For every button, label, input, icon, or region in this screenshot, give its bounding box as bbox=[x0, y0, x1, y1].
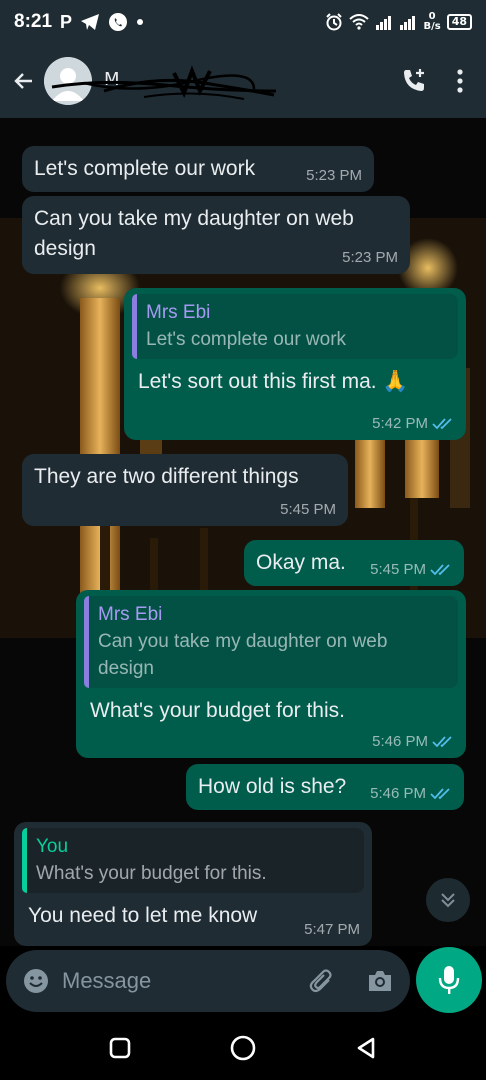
wifi-icon bbox=[349, 14, 370, 30]
message-bubble-incoming[interactable]: Let's complete our work 5:23 PM bbox=[22, 146, 374, 192]
whatsapp-notification-icon bbox=[109, 13, 128, 31]
net-speed: 0 B/s bbox=[423, 11, 441, 32]
message-text: How old is she? bbox=[198, 775, 347, 798]
read-ticks-icon bbox=[430, 563, 450, 575]
telegram-icon bbox=[81, 14, 100, 30]
back-button[interactable] bbox=[4, 61, 44, 101]
message-bubble-incoming[interactable]: They are two different things 5:45 PM bbox=[22, 454, 348, 526]
message-text: What's your budget for this. bbox=[90, 699, 345, 722]
chat-area[interactable]: Let's complete our work 5:23 PM Can you … bbox=[0, 118, 486, 946]
scroll-to-bottom-button[interactable] bbox=[426, 878, 470, 922]
message-time: 5:46 PM bbox=[372, 733, 454, 750]
message-text: They are two different things bbox=[34, 465, 299, 488]
back-arrow-icon bbox=[14, 73, 32, 89]
quoted-message[interactable]: Mrs Ebi Let's complete our work bbox=[132, 294, 458, 359]
message-bubble-incoming[interactable]: You What's your budget for this. You nee… bbox=[14, 822, 372, 946]
more-vert-icon[interactable] bbox=[456, 68, 464, 94]
quote-text: What's your budget for this. bbox=[36, 863, 267, 884]
message-text: Okay ma. bbox=[256, 551, 346, 574]
status-time: 8:21 bbox=[14, 11, 53, 32]
read-ticks-icon bbox=[432, 735, 452, 747]
read-ticks-icon bbox=[432, 417, 452, 429]
battery-indicator: 48 bbox=[446, 14, 472, 30]
read-ticks-icon bbox=[430, 787, 450, 799]
message-time: 5:23 PM bbox=[306, 167, 362, 184]
message-text: Can you take my daughter on web design bbox=[34, 207, 354, 260]
redaction-scribble bbox=[51, 65, 277, 100]
message-bubble-outgoing[interactable]: Mrs Ebi Let's complete our work Let's so… bbox=[124, 288, 466, 440]
message-time: 5:46 PM bbox=[370, 785, 452, 802]
parking-notification-icon: P bbox=[60, 11, 73, 32]
system-nav-bar bbox=[0, 1016, 486, 1080]
compose-box[interactable] bbox=[6, 950, 410, 1012]
quote-author: You bbox=[36, 836, 69, 857]
message-time: 5:45 PM bbox=[370, 561, 452, 578]
signal-1-icon bbox=[376, 16, 392, 30]
home-icon[interactable] bbox=[229, 1034, 257, 1062]
message-bubble-outgoing[interactable]: Mrs Ebi Can you take my daughter on web … bbox=[76, 590, 466, 758]
input-bar bbox=[0, 946, 486, 1016]
quote-author: Mrs Ebi bbox=[98, 604, 163, 625]
dot-icon bbox=[137, 19, 144, 25]
message-time: 5:45 PM bbox=[280, 501, 336, 518]
mic-button[interactable] bbox=[416, 947, 482, 1013]
message-text: Let's complete our work bbox=[34, 157, 256, 180]
quote-text: Let's complete our work bbox=[146, 329, 347, 350]
message-time: 5:23 PM bbox=[342, 249, 398, 266]
mic-icon bbox=[438, 966, 460, 994]
alarm-icon bbox=[326, 13, 343, 31]
message-time: 5:47 PM bbox=[304, 921, 360, 938]
attach-icon[interactable] bbox=[308, 967, 336, 995]
quote-author: Mrs Ebi bbox=[146, 302, 211, 323]
emoji-icon[interactable] bbox=[22, 967, 50, 995]
recents-icon[interactable] bbox=[108, 1036, 132, 1060]
add-call-icon[interactable] bbox=[400, 67, 428, 95]
quote-text: Can you take my daughter on web design bbox=[98, 631, 388, 679]
quoted-message[interactable]: Mrs Ebi Can you take my daughter on web … bbox=[84, 596, 458, 688]
status-bar: 8:21 P 0 B/s 48 bbox=[0, 0, 486, 44]
message-bubble-outgoing[interactable]: How old is she? 5:46 PM bbox=[186, 764, 464, 810]
back-nav-icon[interactable] bbox=[354, 1036, 378, 1060]
message-text: Let's sort out this first ma. 🙏 bbox=[138, 370, 409, 393]
quoted-message[interactable]: You What's your budget for this. bbox=[22, 828, 364, 893]
chat-header: M bbox=[0, 44, 486, 118]
camera-icon[interactable] bbox=[366, 968, 394, 994]
message-time: 5:42 PM bbox=[372, 415, 454, 432]
signal-2-icon bbox=[400, 16, 416, 30]
message-bubble-outgoing[interactable]: Okay ma. 5:45 PM bbox=[244, 540, 464, 586]
contact-info[interactable]: M bbox=[51, 61, 284, 101]
message-input[interactable] bbox=[62, 968, 282, 994]
message-bubble-incoming[interactable]: Can you take my daughter on web design 5… bbox=[22, 196, 410, 274]
scroll-down-icon bbox=[441, 893, 455, 908]
